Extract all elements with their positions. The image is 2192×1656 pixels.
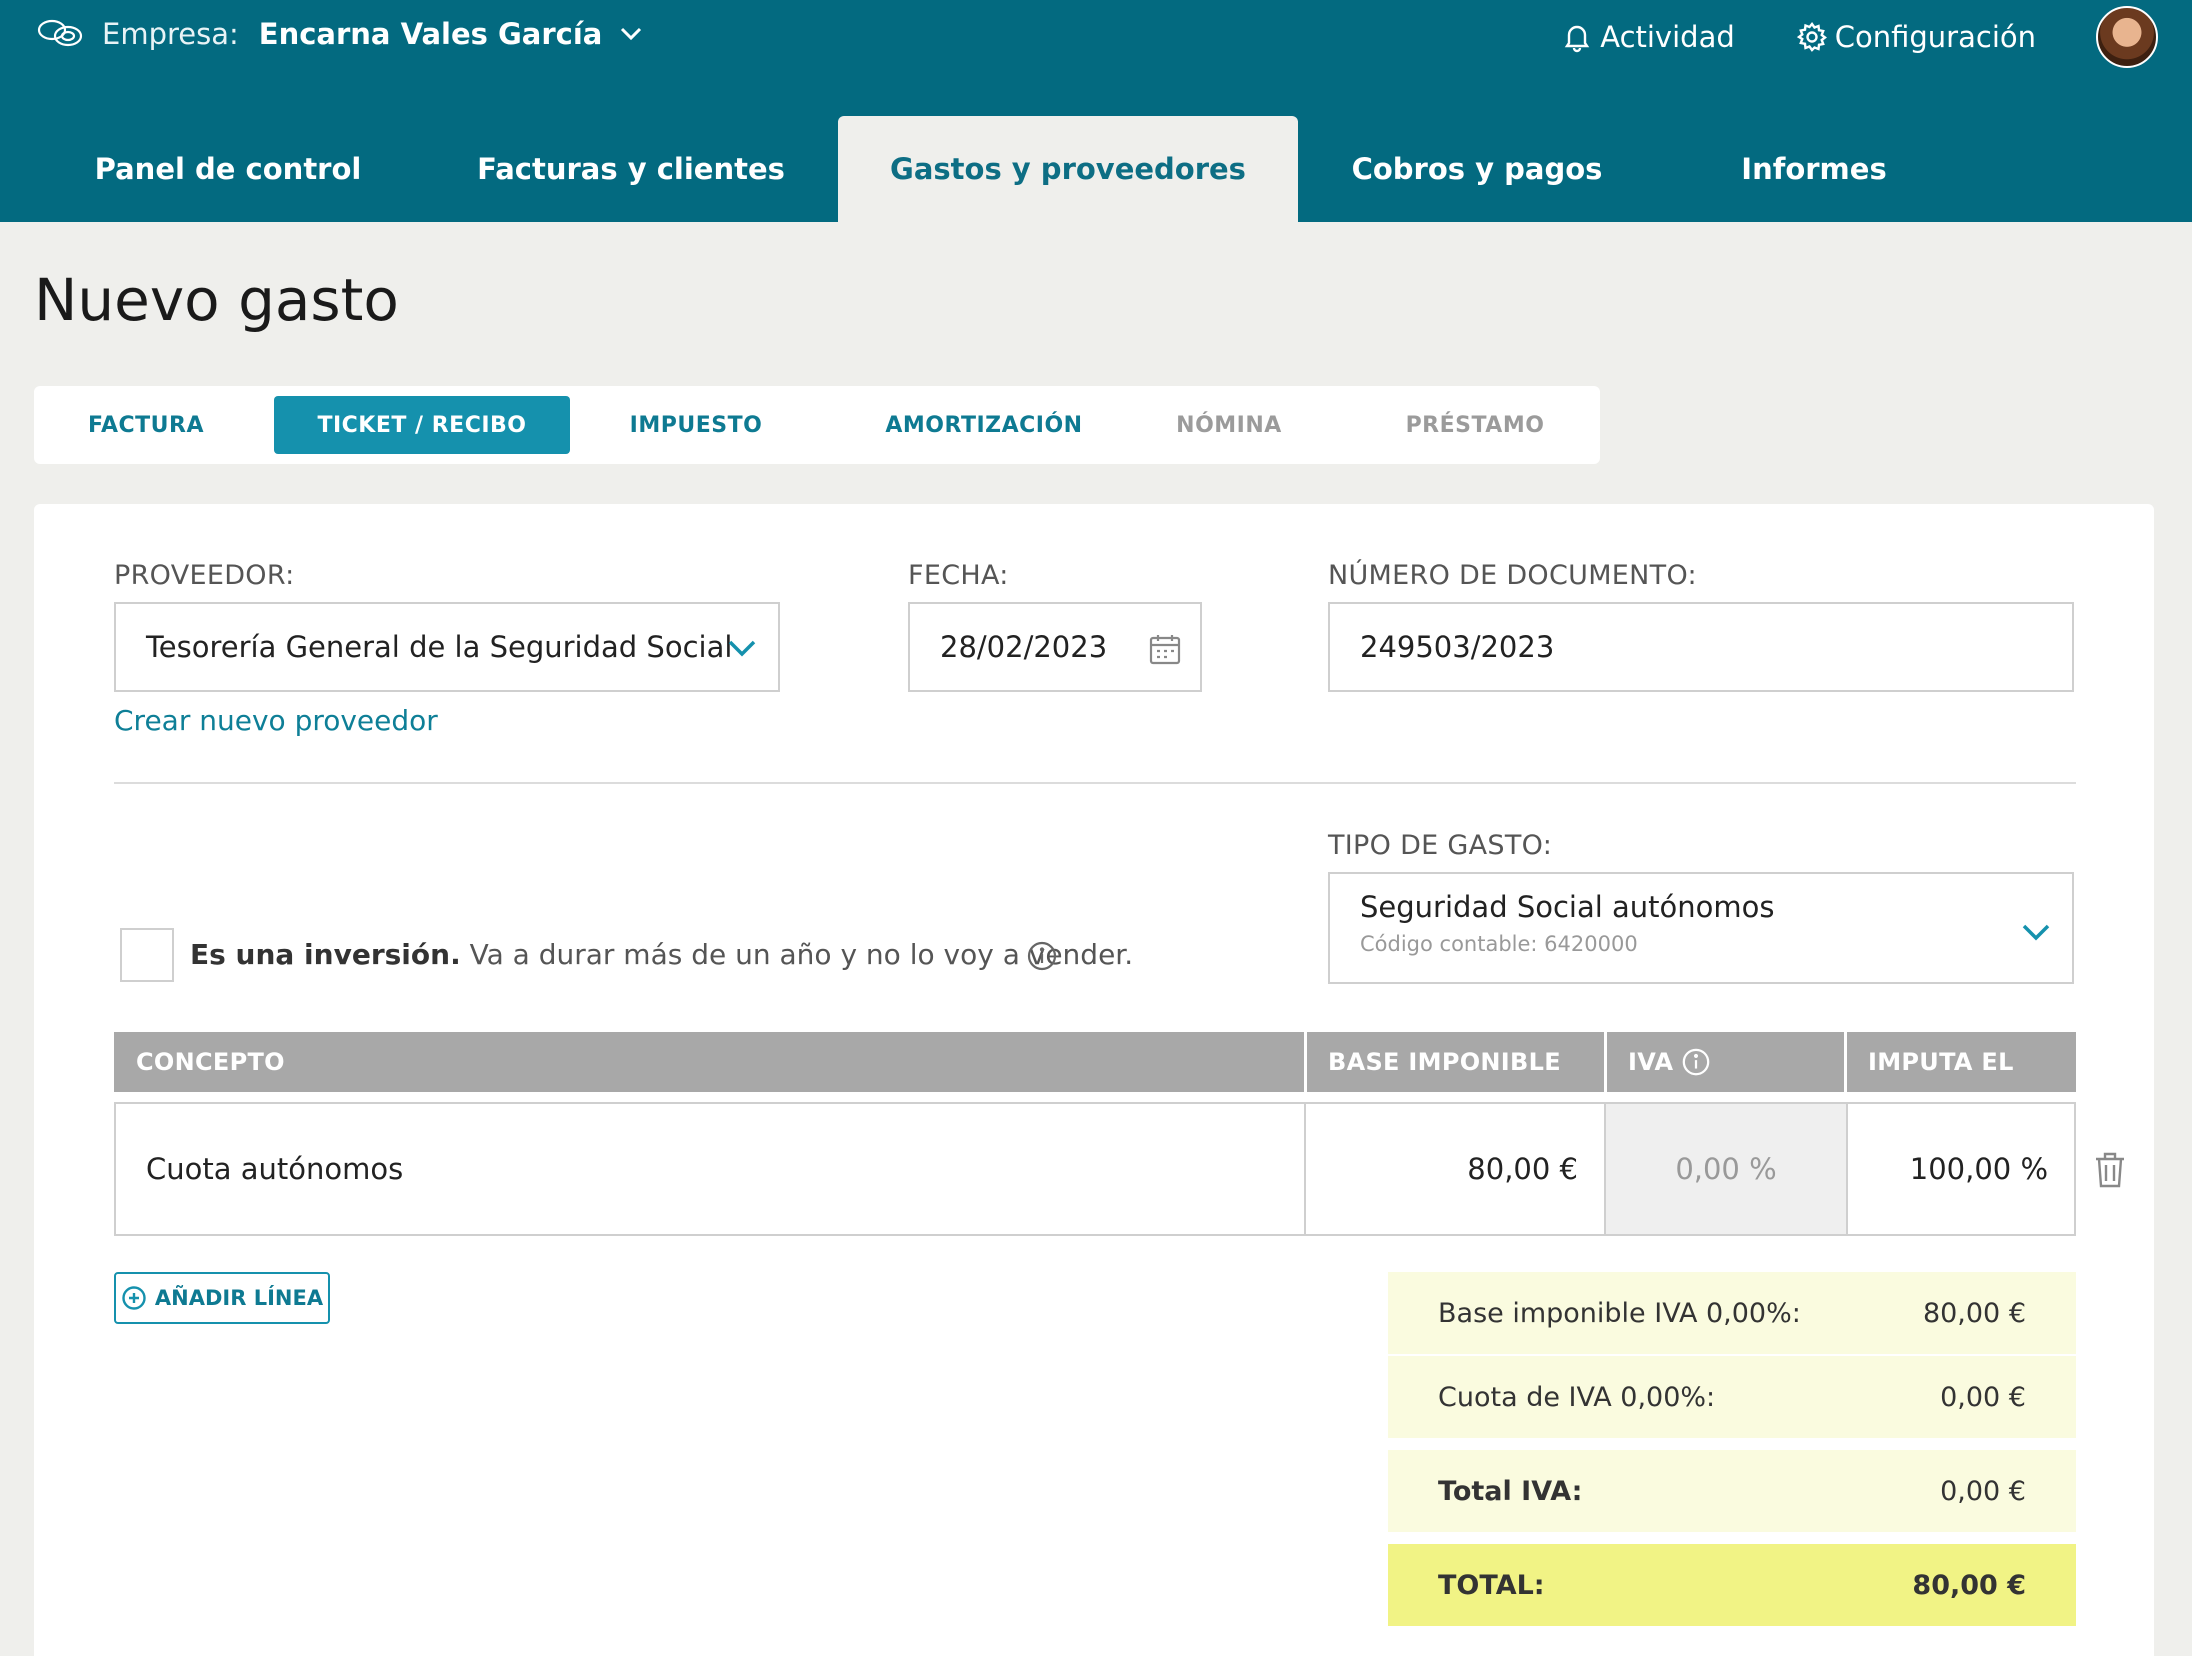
investment-description: Es una inversión. Va a durar más de un a… (190, 938, 1133, 971)
summary-cuota-row: Cuota de IVA 0,00%: 0,00 € (1388, 1356, 2076, 1438)
settings-label: Configuración (1834, 20, 2036, 54)
base-value: 80,00 € (1467, 1152, 1578, 1186)
summary-total-label: TOTAL: (1438, 1569, 1545, 1601)
expense-type-code: Código contable: 6420000 (1360, 932, 1638, 956)
imputa-value: 100,00 % (1909, 1152, 2048, 1186)
expense-type-label: TIPO DE GASTO: (1328, 830, 1553, 861)
expense-type-select[interactable]: Seguridad Social autónomos Código contab… (1328, 872, 2074, 984)
col-iva: IVA (1628, 1032, 1711, 1092)
tab-nomina: NÓMINA (1176, 412, 1282, 438)
tab-prestamo: PRÉSTAMO (1405, 412, 1545, 438)
tab-factura[interactable]: FACTURA (68, 396, 224, 454)
investment-bold-label: Es una inversión. (190, 938, 461, 971)
summary-cuota-label: Cuota de IVA 0,00%: (1438, 1381, 1716, 1413)
investment-checkbox[interactable] (120, 928, 174, 982)
add-line-button[interactable]: AÑADIR LÍNEA (114, 1272, 330, 1324)
col-base: BASE IMPONIBLE (1328, 1048, 1561, 1076)
col-iva-label: IVA (1628, 1048, 1674, 1076)
info-icon[interactable] (1681, 1047, 1711, 1077)
iva-value: 0,00 % (1675, 1152, 1777, 1186)
lines-table-header: CONCEPTO BASE IMPONIBLE IVA IMPUTA EL (114, 1032, 2076, 1092)
user-avatar[interactable] (2096, 6, 2158, 68)
add-line-label: AÑADIR LÍNEA (154, 1286, 324, 1310)
date-field[interactable]: 28/02/2023 (908, 602, 1202, 692)
doc-number-input[interactable]: 249503/2023 (1328, 602, 2074, 692)
company-name[interactable]: Encarna Vales García (259, 17, 603, 51)
plus-circle-icon (122, 1286, 146, 1310)
summary-total-iva-row: Total IVA: 0,00 € (1388, 1450, 2076, 1532)
expense-form-card: PROVEEDOR: Tesorería General de la Segur… (34, 504, 2154, 1656)
tab-cobros-y-pagos[interactable]: Cobros y pagos (1350, 116, 1604, 222)
activity-link[interactable]: Actividad (1560, 20, 1735, 54)
main-nav: Panel de control Facturas y clientes Gas… (0, 116, 2192, 222)
base-input[interactable]: 80,00 € (1306, 1104, 1578, 1234)
summary-base-value: 80,00 € (1922, 1297, 2026, 1329)
settings-link[interactable]: Configuración (1795, 20, 2036, 54)
tab-panel-de-control[interactable]: Panel de control (80, 116, 376, 222)
calendar-icon[interactable] (1148, 632, 1182, 666)
expense-type-tabs: FACTURA TICKET / RECIBO IMPUESTO AMORTIZ… (34, 386, 1600, 464)
concept-value: Cuota autónomos (146, 1152, 404, 1186)
col-imputa: IMPUTA EL (1868, 1048, 2014, 1076)
chevron-down-icon (728, 640, 756, 657)
tab-facturas-y-clientes[interactable]: Facturas y clientes (470, 116, 792, 222)
summary-total-value: 80,00 € (1912, 1569, 2026, 1601)
tab-informes[interactable]: Informes (1724, 116, 1904, 222)
summary-base-label: Base imponible IVA 0,00%: (1438, 1297, 1801, 1329)
coins-logo-icon (37, 19, 83, 47)
company-label: Empresa: (102, 17, 239, 51)
tab-ticket-recibo[interactable]: TICKET / RECIBO (274, 396, 570, 454)
page-title: Nuevo gasto (34, 266, 399, 334)
iva-field: 0,00 % (1606, 1104, 1846, 1234)
bell-icon (1564, 25, 1590, 53)
chevron-down-icon[interactable] (616, 19, 646, 49)
summary-total-row: TOTAL: 80,00 € (1388, 1544, 2076, 1626)
expense-type-value: Seguridad Social autónomos (1360, 890, 1775, 924)
summary-total-iva-label: Total IVA: (1438, 1475, 1583, 1507)
date-value: 28/02/2023 (940, 630, 1108, 664)
create-provider-link[interactable]: Crear nuevo proveedor (114, 704, 438, 737)
tab-impuesto[interactable]: IMPUESTO (618, 396, 774, 454)
trash-icon[interactable] (2092, 1150, 2128, 1190)
chevron-down-icon (2022, 924, 2050, 941)
summary-cuota-value: 0,00 € (1940, 1381, 2026, 1413)
activity-label: Actividad (1600, 20, 1735, 54)
tab-amortizacion[interactable]: AMORTIZACIÓN (874, 396, 1094, 454)
col-concept: CONCEPTO (136, 1048, 285, 1076)
table-row: Cuota autónomos 80,00 € 0,00 % 100,00 % (114, 1102, 2076, 1236)
info-icon[interactable] (1026, 940, 1058, 972)
tab-gastos-y-proveedores[interactable]: Gastos y proveedores (838, 116, 1298, 222)
doc-number-value: 249503/2023 (1360, 630, 1555, 664)
summary-total-iva-value: 0,00 € (1940, 1475, 2026, 1507)
company-selector[interactable]: Empresa: Encarna Vales García (36, 12, 646, 56)
summary-base-row: Base imponible IVA 0,00%: 80,00 € (1388, 1272, 2076, 1354)
imputa-input[interactable]: 100,00 % (1848, 1104, 2048, 1234)
concept-input[interactable]: Cuota autónomos (146, 1104, 1246, 1234)
date-label: FECHA: (908, 560, 1009, 591)
provider-select[interactable]: Tesorería General de la Seguridad Social (114, 602, 780, 692)
doc-number-label: NÚMERO DE DOCUMENTO: (1328, 560, 1697, 591)
top-bar: Empresa: Encarna Vales García Actividad … (0, 0, 2192, 222)
provider-value: Tesorería General de la Seguridad Social (146, 630, 733, 664)
section-divider (114, 782, 2076, 784)
provider-label: PROVEEDOR: (114, 560, 295, 591)
gear-icon (1796, 22, 1827, 52)
